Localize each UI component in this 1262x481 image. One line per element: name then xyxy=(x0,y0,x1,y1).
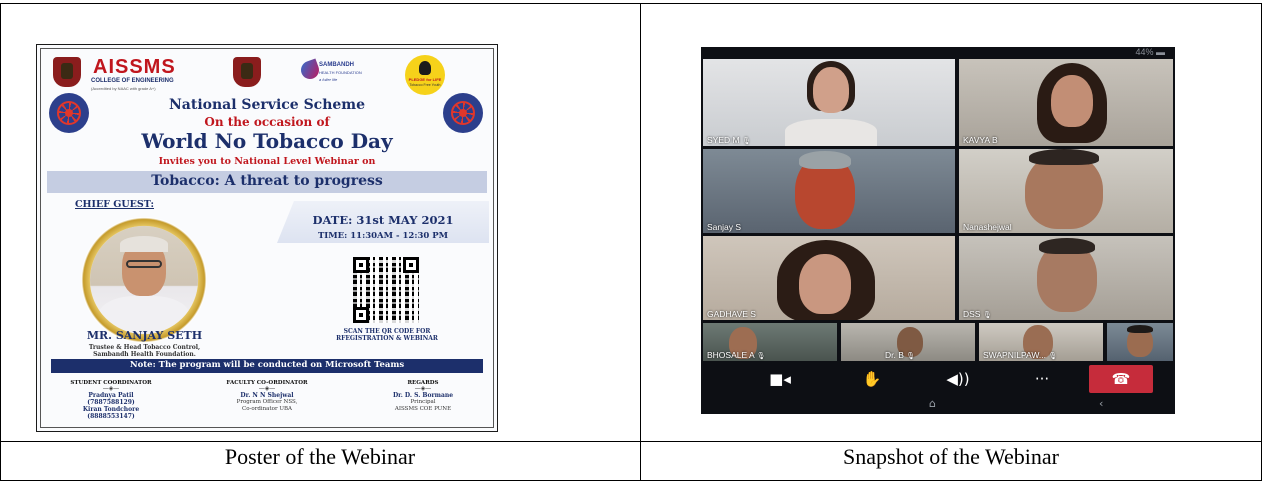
participant-name: Sanjay S xyxy=(707,222,742,232)
participant-name: DSS 🎙 xyxy=(963,309,992,319)
caption-poster: Poster of the Webinar xyxy=(224,444,416,469)
more-options-button[interactable]: ··· xyxy=(1007,365,1077,393)
sambandh-name: SAMBANDH xyxy=(319,62,354,68)
guest-name: MR. SANJAY SETH xyxy=(86,329,203,342)
chief-guest-label: CHIEF GUEST: xyxy=(75,199,155,210)
video-call-snapshot: 44% ▬ SYED M 🎙 KAVYA B Sanjay S Nanashej… xyxy=(701,47,1175,414)
back-nav-icon[interactable]: ‹ xyxy=(1099,397,1103,410)
participant-tile[interactable]: Nanashejwal xyxy=(959,149,1173,233)
raise-hand-icon: ✋ xyxy=(862,370,882,388)
webinar-poster: AISSMS COLLEGE OF ENGINEERING (Accredite… xyxy=(36,44,498,432)
institute-name: AISSMS xyxy=(93,56,176,78)
video-icon: ■◂ xyxy=(769,370,791,388)
qr-instruction: SCAN THE QR CODE FOR RFEGISTRATION & WEB… xyxy=(336,328,438,342)
mic-icon: 🎙 xyxy=(741,138,751,145)
guest-photo xyxy=(90,226,198,334)
poster-invite: Invites you to National Level Webinar on xyxy=(158,156,376,167)
pledge-text: PLEDGE for LIFE xyxy=(408,77,442,82)
faculty-coordinator-block: FACULTY CO-ORDINATOR —◈— Dr. N N Shejwal… xyxy=(226,380,308,412)
college-crest-icon xyxy=(53,57,81,87)
participant-name: BHOSALE A 🎙 xyxy=(707,350,766,360)
mic-icon: 🎙 xyxy=(1048,353,1058,360)
guest-title: Trustee & Head Tobacco Control, Sambandh… xyxy=(88,344,201,358)
pledge-tagline: Tobacco Free Youth xyxy=(409,83,441,87)
battery-status: 44% ▬ xyxy=(1135,47,1165,57)
participant-tile[interactable] xyxy=(1107,323,1173,361)
registration-qr-code xyxy=(353,257,419,323)
poster-logo-strip: AISSMS COLLEGE OF ENGINEERING (Accredite… xyxy=(37,51,497,99)
sambandh-tagline: a fuller life xyxy=(319,77,338,82)
poster-occasion: On the occasion of xyxy=(204,115,330,129)
table-border-left xyxy=(0,3,1,481)
speaker-button[interactable]: ◀)) xyxy=(923,365,993,393)
camera-button[interactable]: ■◂ xyxy=(745,365,815,393)
caption-snapshot: Snapshot of the Webinar xyxy=(843,444,1059,469)
table-divider-vertical xyxy=(640,3,641,481)
mic-icon: 🎙 xyxy=(982,312,992,319)
hang-up-button[interactable]: ☎ xyxy=(1089,365,1153,393)
participant-name: SYED M 🎙 xyxy=(707,135,751,145)
speaker-icon: ◀)) xyxy=(946,370,970,388)
more-icon: ··· xyxy=(1034,370,1050,388)
hang-up-icon: ☎ xyxy=(1111,370,1131,388)
participant-name: GADHAVE S xyxy=(707,309,756,319)
participant-tile[interactable]: KAVYA B xyxy=(959,59,1173,146)
participant-tile[interactable]: Sanjay S xyxy=(703,149,955,233)
participant-tile[interactable]: SWAPNILPAW... 🎙 xyxy=(979,323,1103,361)
mic-icon: 🎙 xyxy=(756,353,766,360)
participant-tile[interactable]: Dr. B 🎙 xyxy=(841,323,975,361)
pledge-figure-icon xyxy=(419,61,431,75)
participant-name: SWAPNILPAW... 🎙 xyxy=(983,350,1058,360)
participant-tile[interactable]: GADHAVE S xyxy=(703,236,955,320)
home-nav-icon[interactable]: ⌂ xyxy=(929,397,936,410)
poster-note: Note: The program will be conducted on M… xyxy=(129,360,405,370)
society-crest-icon xyxy=(233,57,261,87)
participant-tile[interactable]: DSS 🎙 xyxy=(959,236,1173,320)
raise-hand-button[interactable]: ✋ xyxy=(837,365,907,393)
participant-tile[interactable]: BHOSALE A 🎙 xyxy=(703,323,837,361)
student-coordinator-block: STUDENT COORDINATOR —◈— Pradnya Patil (7… xyxy=(70,380,152,420)
mic-icon: 🎙 xyxy=(906,353,916,360)
institute-accreditation: (Accredited by NAAC with grade A+) xyxy=(91,86,156,91)
sambandh-logo: SAMBANDH HEALTH FOUNDATION a fuller life xyxy=(298,58,371,87)
institute-subtitle: COLLEGE OF ENGINEERING xyxy=(91,78,174,84)
participant-name: KAVYA B xyxy=(963,135,998,145)
poster-scheme: National Service Scheme xyxy=(168,97,366,113)
participant-tile[interactable]: SYED M 🎙 xyxy=(703,59,955,146)
participant-name: Nanashejwal xyxy=(963,222,1012,232)
table-border-top xyxy=(0,3,1262,4)
pledge-for-life-logo: PLEDGE for LIFE Tobacco Free Youth xyxy=(405,55,445,95)
poster-event-title: World No Tobacco Day xyxy=(141,129,393,153)
poster-time: TIME: 11:30AM - 12:30 PM xyxy=(317,231,449,241)
android-nav-bar: ⌂ ‹ xyxy=(701,397,1175,414)
participant-name: Dr. B 🎙 xyxy=(885,350,916,360)
poster-date: DATE: 31st MAY 2021 xyxy=(312,213,454,227)
sambandh-name-2: HEALTH FOUNDATION xyxy=(319,70,362,75)
poster-topic: Tobacco: A threat to progress xyxy=(151,173,383,189)
regards-block: REGARDS —◈— Dr. D. S. Bormane Principal … xyxy=(392,380,454,412)
